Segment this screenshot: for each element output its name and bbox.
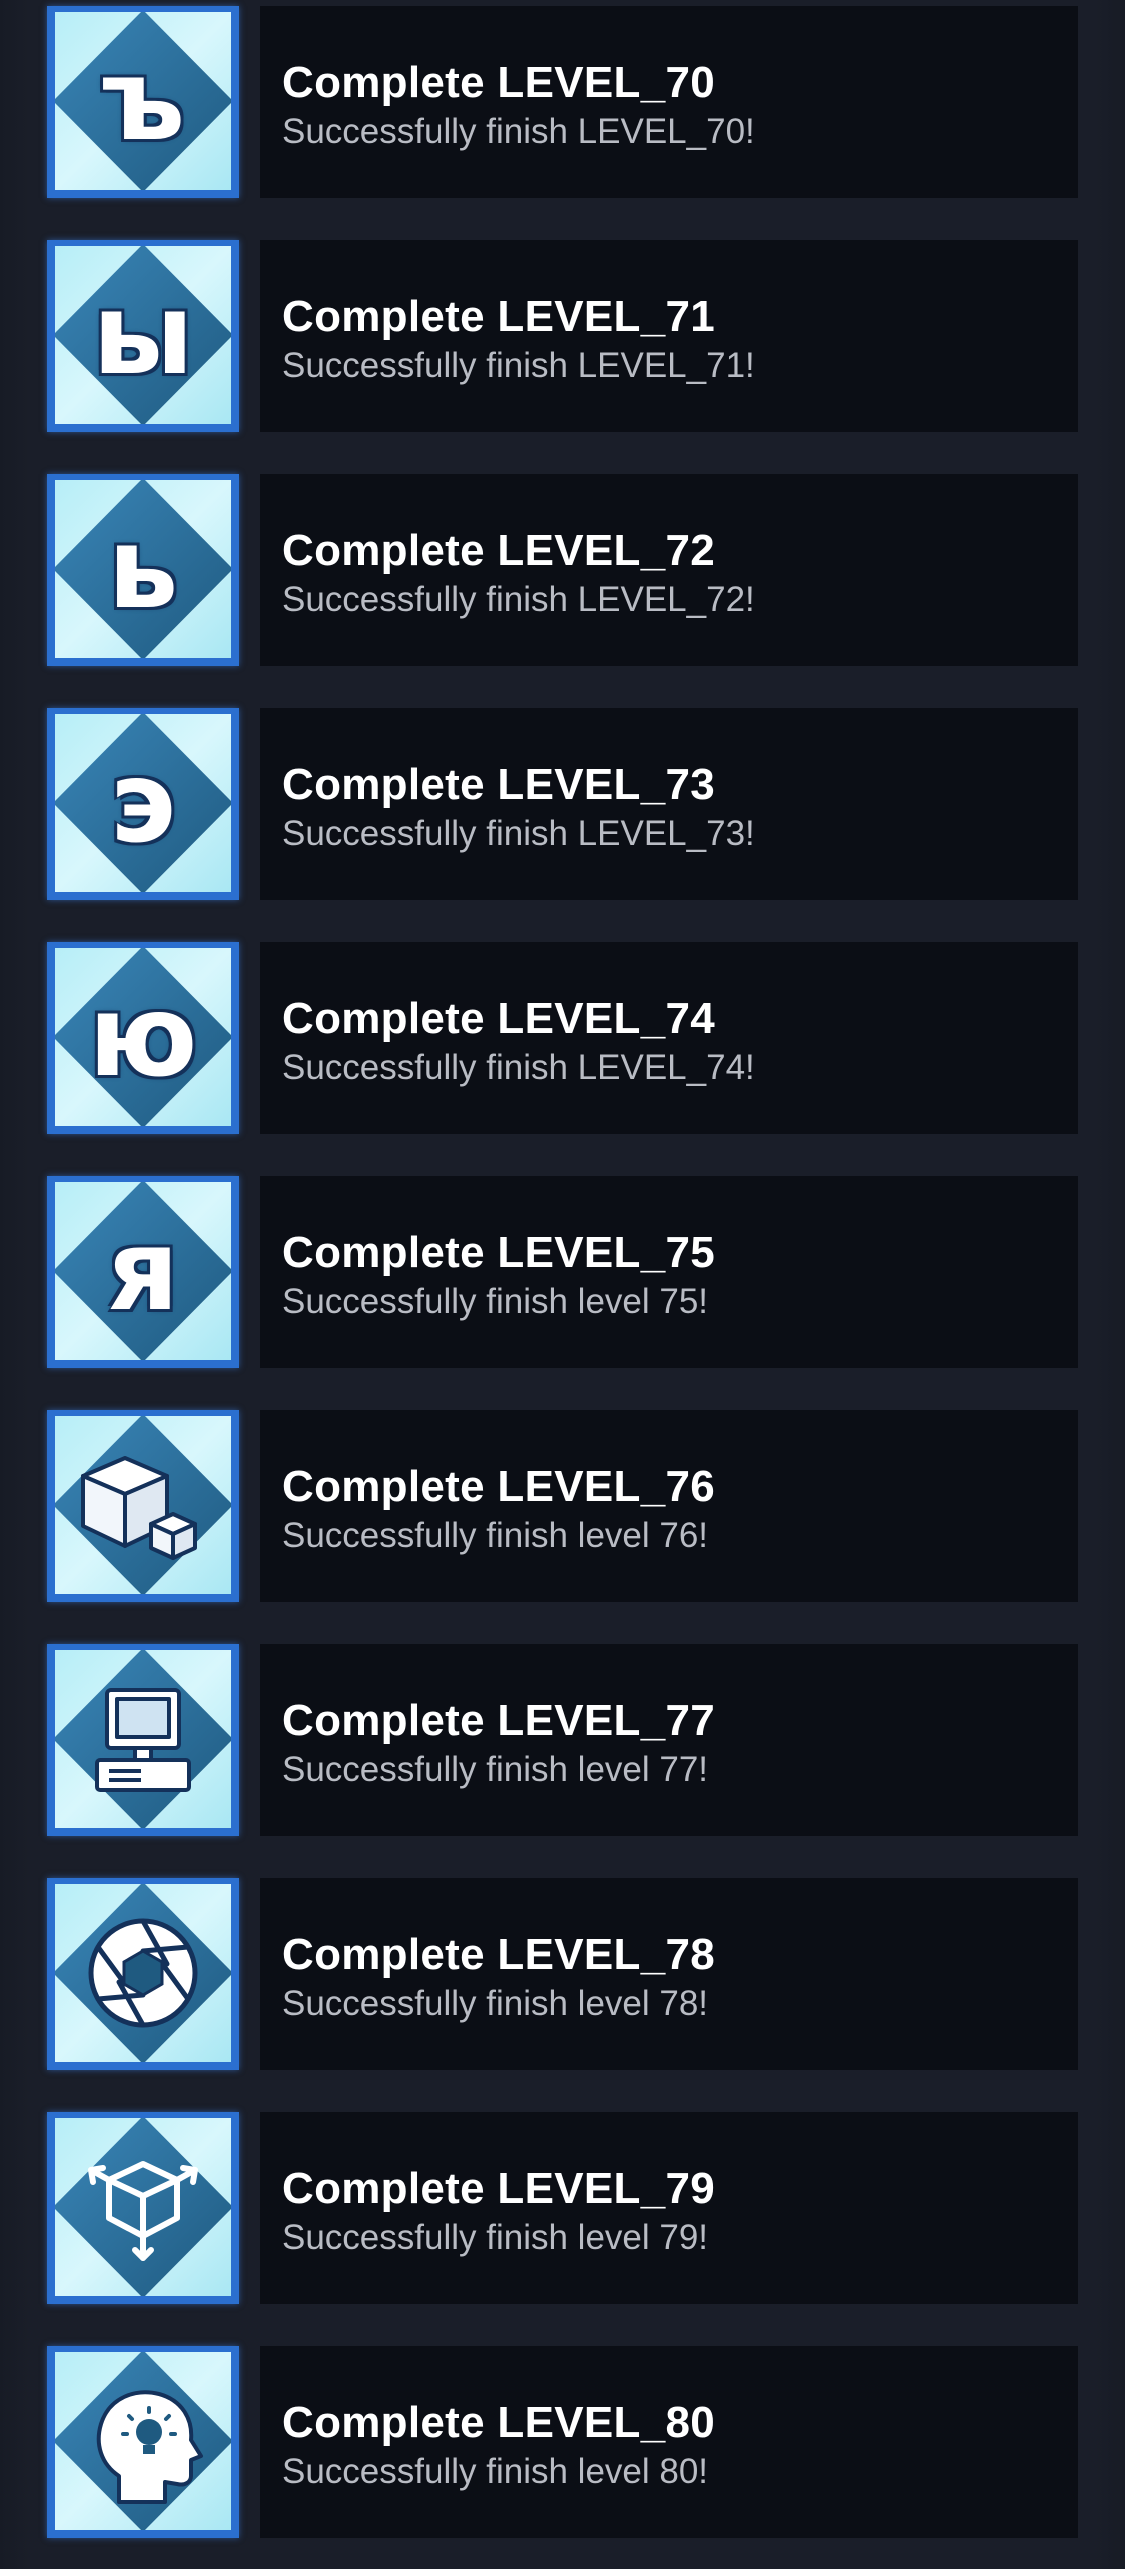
icon-glyph: э <box>109 738 177 868</box>
achievement-card: Complete LEVEL_70 Successfully finish LE… <box>260 6 1078 198</box>
achievement-row[interactable]: Complete LEVEL_78 Successfully finish le… <box>0 1866 1125 2100</box>
achievement-card: Complete LEVEL_75 Successfully finish le… <box>260 1176 1078 1368</box>
achievement-description: Successfully finish level 78! <box>282 1984 709 2023</box>
achievement-title: Complete LEVEL_80 <box>282 2398 716 2447</box>
icon-glyph: ь <box>107 504 179 634</box>
achievement-row[interactable]: э Complete LEVEL_73 Successfully finish … <box>0 696 1125 930</box>
achievement-description: Successfully finish level 76! <box>282 1516 709 1555</box>
cubes-icon <box>55 1416 231 1594</box>
achievement-row[interactable]: ы Complete LEVEL_71 Successfully finish … <box>0 228 1125 462</box>
achievement-icon-frame <box>47 1878 239 2070</box>
achievement-description: Successfully finish LEVEL_70! <box>282 112 755 151</box>
achievement-row[interactable]: Complete LEVEL_76 Successfully finish le… <box>0 1398 1125 1632</box>
achievement-title: Complete LEVEL_78 <box>282 1930 716 1979</box>
achievement-icon-frame: ю <box>47 942 239 1134</box>
icon-glyph: ъ <box>100 36 186 166</box>
achievement-row[interactable]: Complete LEVEL_80 Successfully finish le… <box>0 2334 1125 2568</box>
icon-glyph: ы <box>92 270 194 400</box>
achievement-card: Complete LEVEL_76 Successfully finish le… <box>260 1410 1078 1602</box>
achievement-title: Complete LEVEL_75 <box>282 1228 716 1277</box>
achievement-title: Complete LEVEL_71 <box>282 292 716 341</box>
achievement-icon-frame: я <box>47 1176 239 1368</box>
achievement-card: Complete LEVEL_80 Successfully finish le… <box>260 2346 1078 2538</box>
achievement-icon-frame <box>47 1644 239 1836</box>
achievement-title: Complete LEVEL_72 <box>282 526 716 575</box>
achievement-icon-frame: ы <box>47 240 239 432</box>
achievement-row[interactable]: я Complete LEVEL_75 Successfully finish … <box>0 1164 1125 1398</box>
cube-arrows-icon <box>55 2118 231 2296</box>
achievement-title: Complete LEVEL_77 <box>282 1696 716 1745</box>
achievements-page: ъ Complete LEVEL_70 Successfully finish … <box>0 0 1125 2569</box>
achievement-description: Successfully finish level 77! <box>282 1750 709 1789</box>
achievement-title: Complete LEVEL_76 <box>282 1462 716 1511</box>
achievement-row[interactable]: Complete LEVEL_79 Successfully finish le… <box>0 2100 1125 2334</box>
achievement-card: Complete LEVEL_73 Successfully finish LE… <box>260 708 1078 900</box>
achievement-card: Complete LEVEL_71 Successfully finish LE… <box>260 240 1078 432</box>
desktop-computer-icon <box>55 1650 231 1828</box>
achievement-title: Complete LEVEL_79 <box>282 2164 716 2213</box>
achievement-row[interactable]: Complete LEVEL_77 Successfully finish le… <box>0 1632 1125 1866</box>
achievement-card: Complete LEVEL_72 Successfully finish LE… <box>260 474 1078 666</box>
cyrillic-yeru-icon: ы <box>55 246 231 424</box>
achievement-card: Complete LEVEL_74 Successfully finish LE… <box>260 942 1078 1134</box>
achievement-card: Complete LEVEL_79 Successfully finish le… <box>260 2112 1078 2304</box>
achievement-row[interactable]: ю Complete LEVEL_74 Successfully finish … <box>0 930 1125 1164</box>
cyrillic-yu-icon: ю <box>55 948 231 1126</box>
achievement-title: Complete LEVEL_74 <box>282 994 716 1043</box>
achievement-icon-frame: э <box>47 708 239 900</box>
achievement-icon-frame: ъ <box>47 6 239 198</box>
achievement-title: Complete LEVEL_70 <box>282 58 716 107</box>
achievement-description: Successfully finish LEVEL_72! <box>282 580 755 619</box>
achievement-row[interactable]: ъ Complete LEVEL_70 Successfully finish … <box>0 0 1125 228</box>
achievement-row[interactable]: ь Complete LEVEL_72 Successfully finish … <box>0 462 1125 696</box>
cyrillic-hard-sign-icon: ъ <box>55 12 231 190</box>
achievement-title: Complete LEVEL_73 <box>282 760 716 809</box>
achievement-description: Successfully finish LEVEL_74! <box>282 1048 755 1087</box>
achievement-card: Complete LEVEL_78 Successfully finish le… <box>260 1878 1078 2070</box>
achievement-description: Successfully finish level 80! <box>282 2452 709 2491</box>
achievement-icon-frame: ь <box>47 474 239 666</box>
cyrillic-e-icon: э <box>55 714 231 892</box>
achievement-description: Successfully finish level 79! <box>282 2218 709 2257</box>
cyrillic-soft-sign-icon: ь <box>55 480 231 658</box>
achievement-card: Complete LEVEL_77 Successfully finish le… <box>260 1644 1078 1836</box>
icon-glyph: ю <box>88 972 198 1102</box>
head-lightbulb-icon <box>55 2352 231 2530</box>
camera-aperture-icon <box>55 1884 231 2062</box>
cyrillic-ya-icon: я <box>55 1182 231 1360</box>
achievement-icon-frame <box>47 1410 239 1602</box>
achievement-icon-frame <box>47 2346 239 2538</box>
achievement-description: Successfully finish level 75! <box>282 1282 709 1321</box>
icon-glyph: я <box>107 1206 179 1336</box>
achievement-description: Successfully finish LEVEL_73! <box>282 814 755 853</box>
achievement-list: ъ Complete LEVEL_70 Successfully finish … <box>0 0 1125 2568</box>
achievement-description: Successfully finish LEVEL_71! <box>282 346 755 385</box>
achievement-icon-frame <box>47 2112 239 2304</box>
